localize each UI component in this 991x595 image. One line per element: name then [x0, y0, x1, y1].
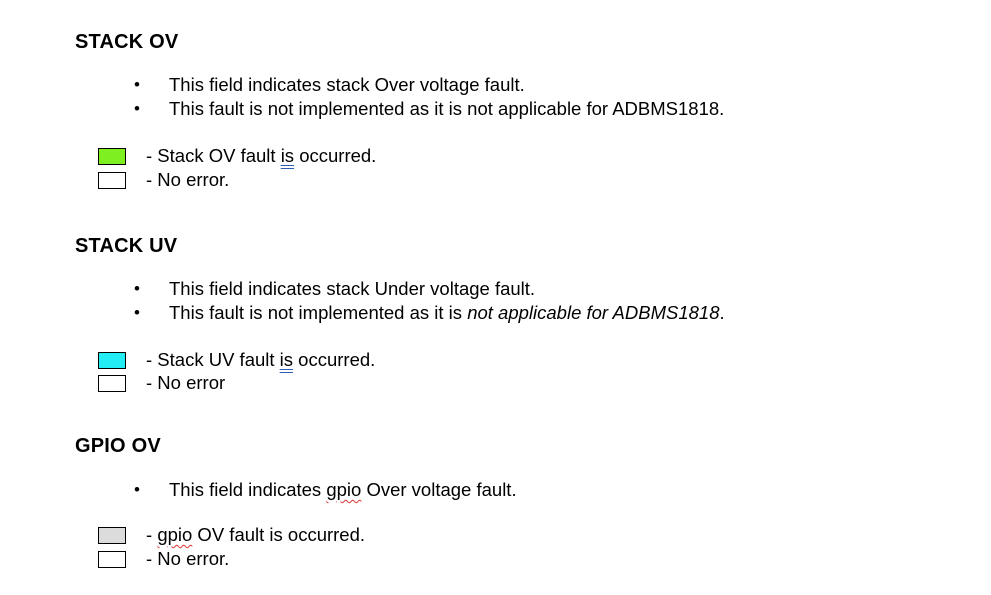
section-heading-stack-uv: STACK UV: [75, 235, 178, 257]
legend-label: - No error.: [146, 169, 230, 190]
empty-color-swatch: [98, 551, 126, 568]
section-heading-gpio-ov: GPIO OV: [75, 435, 161, 457]
legend-label: - gpio OV fault is occurred.: [146, 524, 366, 545]
bullet-icon: •: [134, 279, 140, 298]
green-color-swatch: [98, 148, 126, 165]
bullet-icon: •: [134, 303, 140, 322]
section-heading-stack-ov: STACK OV: [75, 31, 179, 53]
bullet-icon: •: [134, 480, 140, 499]
gray-color-swatch: [98, 527, 126, 544]
legend-label: - No error.: [146, 548, 230, 569]
empty-color-swatch: [98, 172, 126, 189]
bullet-icon: •: [134, 75, 140, 94]
legend-label: - No error: [146, 372, 226, 393]
empty-color-swatch: [98, 375, 126, 392]
legend-label: - Stack UV fault is occurred.: [146, 349, 376, 370]
legend-label: - Stack OV fault is occurred.: [146, 145, 377, 166]
bullet-icon: •: [134, 99, 140, 118]
cyan-color-swatch: [98, 352, 126, 369]
bullet-text: This field indicates gpio Over voltage f…: [169, 479, 517, 500]
bullet-text: This fault is not implemented as it is n…: [169, 302, 725, 323]
bullet-text: This field indicates stack Over voltage …: [169, 74, 525, 95]
bullet-text: This field indicates stack Under voltage…: [169, 278, 536, 299]
bullet-text: This fault is not implemented as it is n…: [169, 98, 725, 119]
